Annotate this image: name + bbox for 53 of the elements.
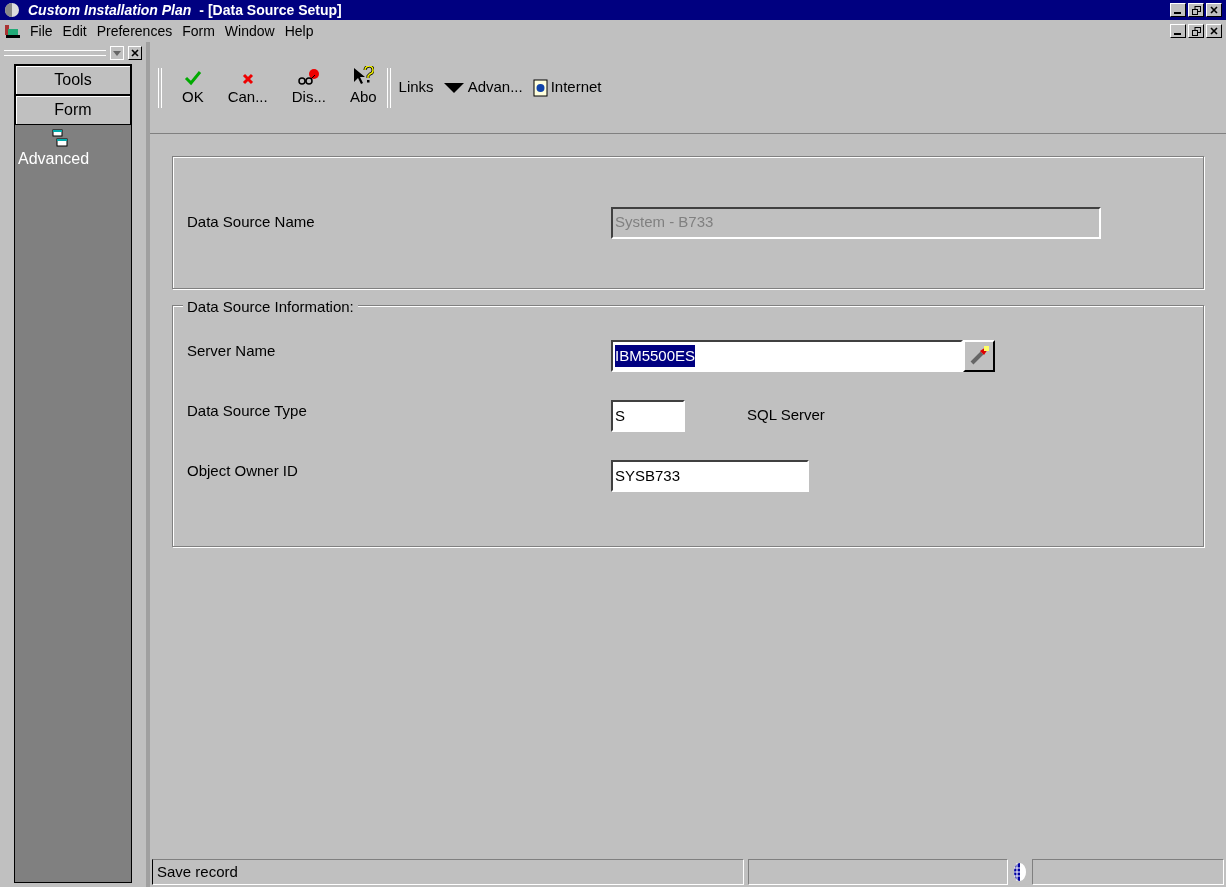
- close-icon: [131, 49, 139, 57]
- menu-item[interactable]: Help: [284, 20, 314, 42]
- minimize-button[interactable]: [1170, 3, 1186, 17]
- close-icon: [1210, 6, 1218, 14]
- globe-icon: [1012, 862, 1028, 882]
- restore-icon: [1191, 5, 1201, 15]
- toolbar-button[interactable]: Can...: [221, 66, 274, 109]
- input-field[interactable]: S: [611, 400, 685, 432]
- status-text: Save record: [157, 861, 238, 882]
- toolbar-button[interactable]: Dis...: [285, 66, 332, 109]
- document-globe-icon: [532, 78, 549, 97]
- menu-item[interactable]: Preferences: [96, 20, 173, 42]
- lookup-button[interactable]: [963, 340, 995, 372]
- sidebar-button[interactable]: Tools: [15, 65, 131, 95]
- close-icon: [1210, 27, 1218, 35]
- forms-icon: [52, 129, 68, 147]
- window-subtitle: - [Data Source Setup]: [199, 0, 342, 20]
- x-icon: [240, 72, 255, 86]
- field-label: Data Source Name: [187, 212, 316, 233]
- field-description: SQL Server: [747, 405, 825, 425]
- glasses-icon: [295, 68, 322, 86]
- globe-icon: [4, 2, 20, 18]
- caret-icon: [113, 50, 121, 56]
- toolbar-button[interactable]: OK: [176, 66, 210, 109]
- close-button[interactable]: [1206, 24, 1222, 38]
- sidebar-button[interactable]: Form: [15, 95, 131, 125]
- field-label: Data Source Type: [187, 401, 308, 421]
- links-label[interactable]: Links: [398, 76, 434, 99]
- toolbar-button[interactable]: Abo: [343, 66, 383, 109]
- menu-item[interactable]: File: [30, 20, 53, 42]
- field-label: Object Owner ID: [187, 461, 299, 481]
- help-pointer-icon: [352, 66, 375, 86]
- menu-item[interactable]: Edit: [62, 20, 87, 42]
- minimize-button[interactable]: [1170, 24, 1186, 38]
- input-field[interactable]: SYSB733: [611, 460, 809, 492]
- sidebar-item[interactable]: Advanced: [18, 147, 90, 171]
- close-button[interactable]: [128, 46, 142, 60]
- flashlight-icon: [968, 345, 990, 367]
- restore-icon: [1191, 26, 1201, 36]
- advanced-dropdown[interactable]: Advan...: [443, 76, 523, 99]
- input-field[interactable]: IBM5500ES: [611, 340, 963, 372]
- app-icon: [4, 23, 22, 39]
- window-title: Custom Installation Plan: [28, 0, 192, 20]
- menu-item[interactable]: Form: [182, 20, 215, 42]
- dropdown-button[interactable]: [110, 46, 124, 60]
- internet-link[interactable]: Internet: [532, 76, 602, 99]
- restore-button[interactable]: [1188, 24, 1204, 38]
- field-label: Server Name: [187, 341, 277, 361]
- close-button[interactable]: [1206, 3, 1222, 17]
- checkmark-icon: [183, 70, 202, 86]
- restore-button[interactable]: [1188, 3, 1204, 17]
- caret-icon: [443, 82, 464, 93]
- menu-item[interactable]: Window: [224, 20, 275, 42]
